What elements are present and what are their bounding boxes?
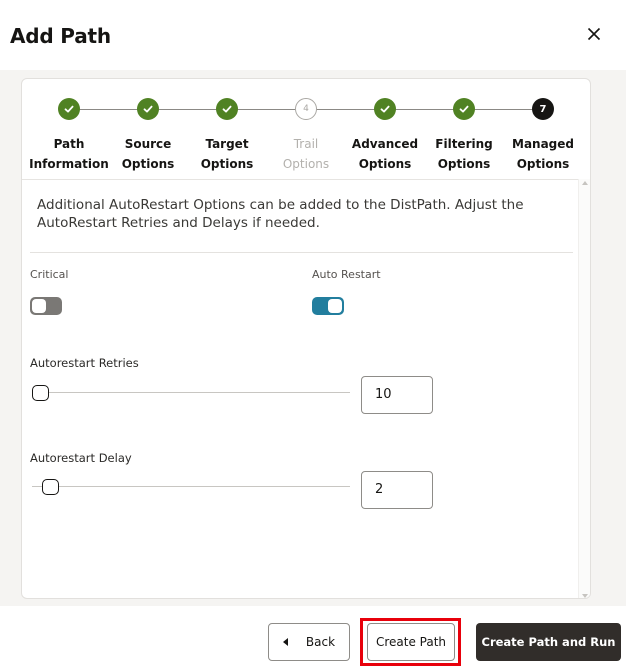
slider-track bbox=[32, 486, 350, 487]
delay-slider[interactable] bbox=[32, 477, 350, 497]
delay-input[interactable]: 2 bbox=[361, 471, 433, 509]
back-button[interactable]: Back bbox=[268, 623, 350, 661]
step-source-options[interactable]: Source Options bbox=[108, 98, 188, 174]
step-complete-icon bbox=[216, 98, 238, 120]
retries-label: Autorestart Retries bbox=[30, 356, 139, 370]
switch-thumb bbox=[32, 299, 46, 313]
step-train: Path Information Source Options Target Opti… bbox=[22, 79, 590, 187]
caret-left-icon bbox=[282, 638, 288, 646]
divider bbox=[30, 252, 573, 253]
step-complete-icon bbox=[137, 98, 159, 120]
dialog-footer: Back Create Path Create Path and Run bbox=[0, 606, 626, 670]
critical-switch[interactable] bbox=[30, 297, 62, 315]
create-path-button[interactable]: Create Path bbox=[367, 623, 455, 661]
switch-thumb bbox=[328, 299, 342, 313]
step-number-badge: 7 bbox=[532, 98, 554, 120]
create-path-and-run-button[interactable]: Create Path and Run bbox=[476, 623, 621, 661]
step-number-badge: 4 bbox=[295, 98, 317, 120]
auto-restart-switch[interactable] bbox=[312, 297, 344, 315]
scroll-up-icon[interactable] bbox=[582, 181, 588, 185]
slider-thumb[interactable] bbox=[32, 385, 49, 401]
step-description: Additional AutoRestart Options can be ad… bbox=[37, 197, 524, 231]
step-label: Trail Options bbox=[282, 137, 330, 171]
step-complete-icon bbox=[58, 98, 80, 120]
delay-label: Autorestart Delay bbox=[30, 451, 132, 465]
step-label: Advanced Options bbox=[351, 137, 419, 171]
step-target-options[interactable]: Target Options bbox=[187, 98, 267, 174]
step-label: Managed Options bbox=[512, 137, 574, 171]
step-complete-icon bbox=[374, 98, 396, 120]
step-content: Additional AutoRestart Options can be ad… bbox=[22, 179, 578, 598]
step-managed-options[interactable]: 7 Managed Options bbox=[503, 98, 583, 174]
close-button[interactable] bbox=[582, 22, 606, 46]
auto-restart-label: Auto Restart bbox=[312, 268, 381, 281]
create-path-label: Create Path bbox=[375, 635, 447, 649]
dialog-body: Path Information Source Options Target Opti… bbox=[0, 70, 626, 606]
vertical-scrollbar[interactable] bbox=[578, 179, 590, 598]
step-label: Path Information bbox=[29, 137, 109, 171]
step-trail-options: 4 Trail Options bbox=[266, 98, 346, 174]
dialog-header: Add Path bbox=[0, 0, 626, 70]
step-label: Target Options bbox=[200, 137, 254, 171]
retries-slider[interactable] bbox=[32, 383, 350, 403]
step-advanced-options[interactable]: Advanced Options bbox=[345, 98, 425, 174]
slider-thumb[interactable] bbox=[42, 479, 59, 495]
step-filtering-options[interactable]: Filtering Options bbox=[424, 98, 504, 174]
slider-track bbox=[32, 392, 350, 393]
close-icon bbox=[587, 27, 601, 41]
scroll-down-icon[interactable] bbox=[582, 594, 588, 598]
step-label: Filtering Options bbox=[435, 137, 493, 171]
create-path-and-run-label: Create Path and Run bbox=[481, 635, 616, 649]
back-button-label: Back bbox=[305, 635, 336, 649]
step-path-information[interactable]: Path Information bbox=[29, 98, 109, 174]
step-complete-icon bbox=[453, 98, 475, 120]
wizard-card: Path Information Source Options Target Opti… bbox=[21, 78, 591, 599]
retries-input[interactable]: 10 bbox=[361, 376, 433, 414]
dialog-title: Add Path bbox=[10, 24, 111, 48]
step-label: Source Options bbox=[121, 137, 175, 171]
critical-label: Critical bbox=[30, 268, 69, 281]
